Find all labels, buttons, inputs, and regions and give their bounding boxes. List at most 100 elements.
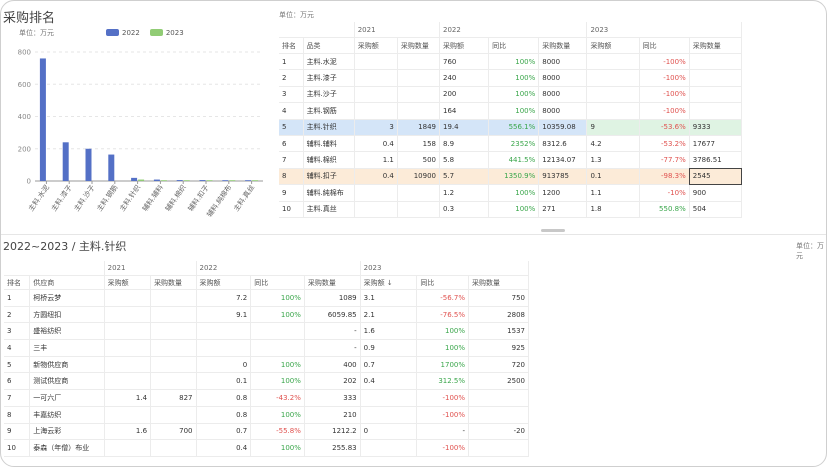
table-cell: 2 bbox=[279, 69, 304, 87]
top-section: 采购排名 单位：万元 2022 2023 800 600 400 200 0 主料.水泥主… bbox=[1, 1, 826, 233]
table-cell: 丰嘉纺织 bbox=[29, 406, 105, 424]
table-row[interactable]: 8 辅料.扣子 0.4 10900 5.7 1350.9% 913785 0.1 -98.3% 2… bbox=[279, 168, 743, 186]
table-cell: 210 bbox=[304, 406, 361, 424]
table-row[interactable]: 5 新物供应商 0 100% 400 0.7 1700% 720 bbox=[4, 356, 529, 374]
column-header[interactable]: 采购数量 bbox=[397, 37, 440, 54]
y-tick-label: 400 bbox=[18, 113, 31, 121]
column-header[interactable]: 采购额 bbox=[354, 37, 398, 54]
table-cell: 0.3 bbox=[439, 201, 490, 218]
column-header[interactable]: 品类 bbox=[303, 37, 355, 54]
table-cell: 0.7 bbox=[196, 423, 252, 441]
table-cell bbox=[468, 406, 529, 424]
table-row[interactable]: 7 辅料.棉织 1.1 500 5.8 441.5% 12134.07 1.3 -77.7% 37… bbox=[279, 151, 743, 169]
table-row[interactable]: 6 辅料.辅料 0.4 158 8.9 2352% 8312.6 4.2 -53.2% 17677 bbox=[279, 135, 743, 153]
table-cell: 2 bbox=[4, 306, 31, 324]
table-cell: 700 bbox=[150, 423, 197, 441]
table-cell: 9 bbox=[586, 119, 640, 136]
table-cell: 19.4 bbox=[439, 119, 490, 136]
x-tick-label: 主料.真丝 bbox=[232, 183, 257, 213]
table-row[interactable]: 5 主料.针织 3 1849 19.4 556.1% 10359.08 9 -53.6% 9333 bbox=[279, 119, 743, 136]
column-header[interactable]: 采购额 ↓ bbox=[360, 275, 418, 290]
table-cell: 0 bbox=[196, 356, 252, 374]
column-header[interactable]: 排名 bbox=[4, 275, 31, 290]
column-header[interactable]: 采购数量 bbox=[304, 275, 361, 290]
table-cell: 0.7 bbox=[360, 356, 418, 374]
column-header[interactable]: 采购额 bbox=[586, 37, 640, 54]
table-cell: 1.4 bbox=[104, 389, 152, 407]
table-cell: 0 bbox=[360, 423, 418, 441]
bar-2022 bbox=[153, 179, 160, 181]
table-cell bbox=[397, 86, 440, 104]
column-header[interactable]: 采购数量 bbox=[150, 275, 197, 290]
table-cell: 441.5% bbox=[488, 151, 540, 169]
table-cell: 312.5% bbox=[416, 372, 470, 391]
table-cell: 测试供应商 bbox=[29, 372, 105, 391]
table-row[interactable]: 9 辅料.純棉布 1.2 100% 1200 1.1 -10% 900 bbox=[279, 184, 743, 202]
table-cell: 5 bbox=[279, 119, 304, 136]
column-header[interactable]: 供应商 bbox=[29, 275, 105, 290]
table-row[interactable]: 4 三丰 -0.9 100% 925 bbox=[4, 339, 529, 357]
table-row[interactable]: 3 盛裕纺织 -1.6 100% 1537 bbox=[4, 322, 529, 341]
column-header[interactable]: 采购数量 bbox=[538, 37, 588, 54]
column-header[interactable]: 同比 bbox=[639, 37, 690, 54]
table-cell: 1.3 bbox=[586, 151, 640, 169]
table-cell: -53.6% bbox=[639, 119, 690, 136]
column-header[interactable]: 采购额 bbox=[104, 275, 152, 290]
table-cell: 1.6 bbox=[104, 423, 152, 441]
bar-2022 bbox=[176, 180, 183, 181]
table-cell: 100% bbox=[416, 339, 470, 357]
table-cell bbox=[354, 86, 398, 104]
table-cell bbox=[196, 322, 252, 341]
table-cell: 12134.07 bbox=[538, 151, 588, 169]
table-cell: 辅料.棉织 bbox=[303, 151, 355, 169]
table-cell: -100% bbox=[639, 102, 690, 120]
table-row[interactable]: 4 主料.钢筋 164 100% 8000 -100% bbox=[279, 102, 743, 120]
table-cell: - bbox=[304, 339, 361, 357]
table-row[interactable]: 9 上海云彩 1.6 700 0.7 -55.8% 1212.2 0- -20 bbox=[4, 423, 529, 441]
table-cell bbox=[150, 439, 197, 457]
table-row[interactable]: 10 泰森（年僧）布业 0.4 100% 255.83 -100% bbox=[4, 439, 529, 457]
table-row[interactable]: 2 方圆纽扣 9.1 100% 6059.85 2.1 -76.5% 2808 bbox=[4, 306, 529, 324]
column-header[interactable]: 采购数量 bbox=[689, 37, 743, 54]
table-row[interactable]: 7 一可六厂 1.4 827 0.8 -43.2% 333 -100% bbox=[4, 389, 529, 407]
table-cell: 0.1 bbox=[586, 168, 640, 186]
table-row[interactable]: 10 主料.真丝 0.3 100% 271 1.8 550.8% 504 bbox=[279, 201, 743, 218]
column-header[interactable]: 采购额 bbox=[196, 275, 252, 290]
table-cell: 1700% bbox=[416, 356, 470, 374]
column-header[interactable]: 采购额 bbox=[439, 37, 490, 54]
table-cell: 6 bbox=[4, 372, 31, 391]
table-cell: 新物供应商 bbox=[29, 356, 105, 374]
table-row[interactable]: 6 测试供应商 0.1 100% 202 0.4 312.5% 2500 bbox=[4, 372, 529, 391]
table-cell: 主料.针织 bbox=[303, 119, 355, 136]
table-row[interactable]: 3 主料.沙子 200 100% 8000 -100% bbox=[279, 86, 743, 104]
table-cell bbox=[104, 439, 152, 457]
table-cell bbox=[104, 339, 152, 357]
column-header[interactable]: 采购数量 bbox=[468, 275, 529, 290]
table-cell: 3 bbox=[354, 119, 398, 136]
table-cell: -100% bbox=[639, 86, 690, 104]
table-cell bbox=[689, 102, 743, 120]
table-cell: 8 bbox=[279, 168, 304, 186]
table-cell: 760 bbox=[439, 53, 490, 71]
column-header[interactable]: 同比 bbox=[488, 37, 540, 54]
column-header[interactable]: 同比 bbox=[416, 275, 470, 290]
table-row[interactable]: 8 丰嘉纺织 0.8 100% 210 -100% bbox=[4, 406, 529, 424]
table-cell: 0.1 bbox=[196, 372, 252, 391]
table-cell: 辅料.純棉布 bbox=[303, 184, 355, 202]
y-tick-label: 800 bbox=[18, 49, 31, 57]
table-cell: 2545 bbox=[689, 168, 743, 186]
table-cell bbox=[104, 306, 152, 324]
bar-2022 bbox=[199, 180, 206, 181]
column-header[interactable]: 同比 bbox=[250, 275, 305, 290]
table-cell: 8 bbox=[4, 406, 31, 424]
column-header[interactable]: 排名 bbox=[279, 37, 304, 54]
bar-2022 bbox=[108, 154, 115, 181]
table-cell: 1.1 bbox=[354, 151, 398, 169]
bar-2023 bbox=[252, 180, 259, 181]
bar-2023 bbox=[160, 180, 167, 181]
horizontal-scrollbar[interactable] bbox=[541, 229, 565, 232]
table-row[interactable]: 1 柯桥云梦 7.2 100% 1089 3.1 -56.7% 750 bbox=[4, 289, 529, 307]
table-cell: 9 bbox=[4, 423, 31, 441]
table-row[interactable]: 1 主料.水泥 760 100% 8000 -100% bbox=[279, 53, 743, 71]
table-row[interactable]: 2 主料.漆子 240 100% 8000 -100% bbox=[279, 69, 743, 87]
